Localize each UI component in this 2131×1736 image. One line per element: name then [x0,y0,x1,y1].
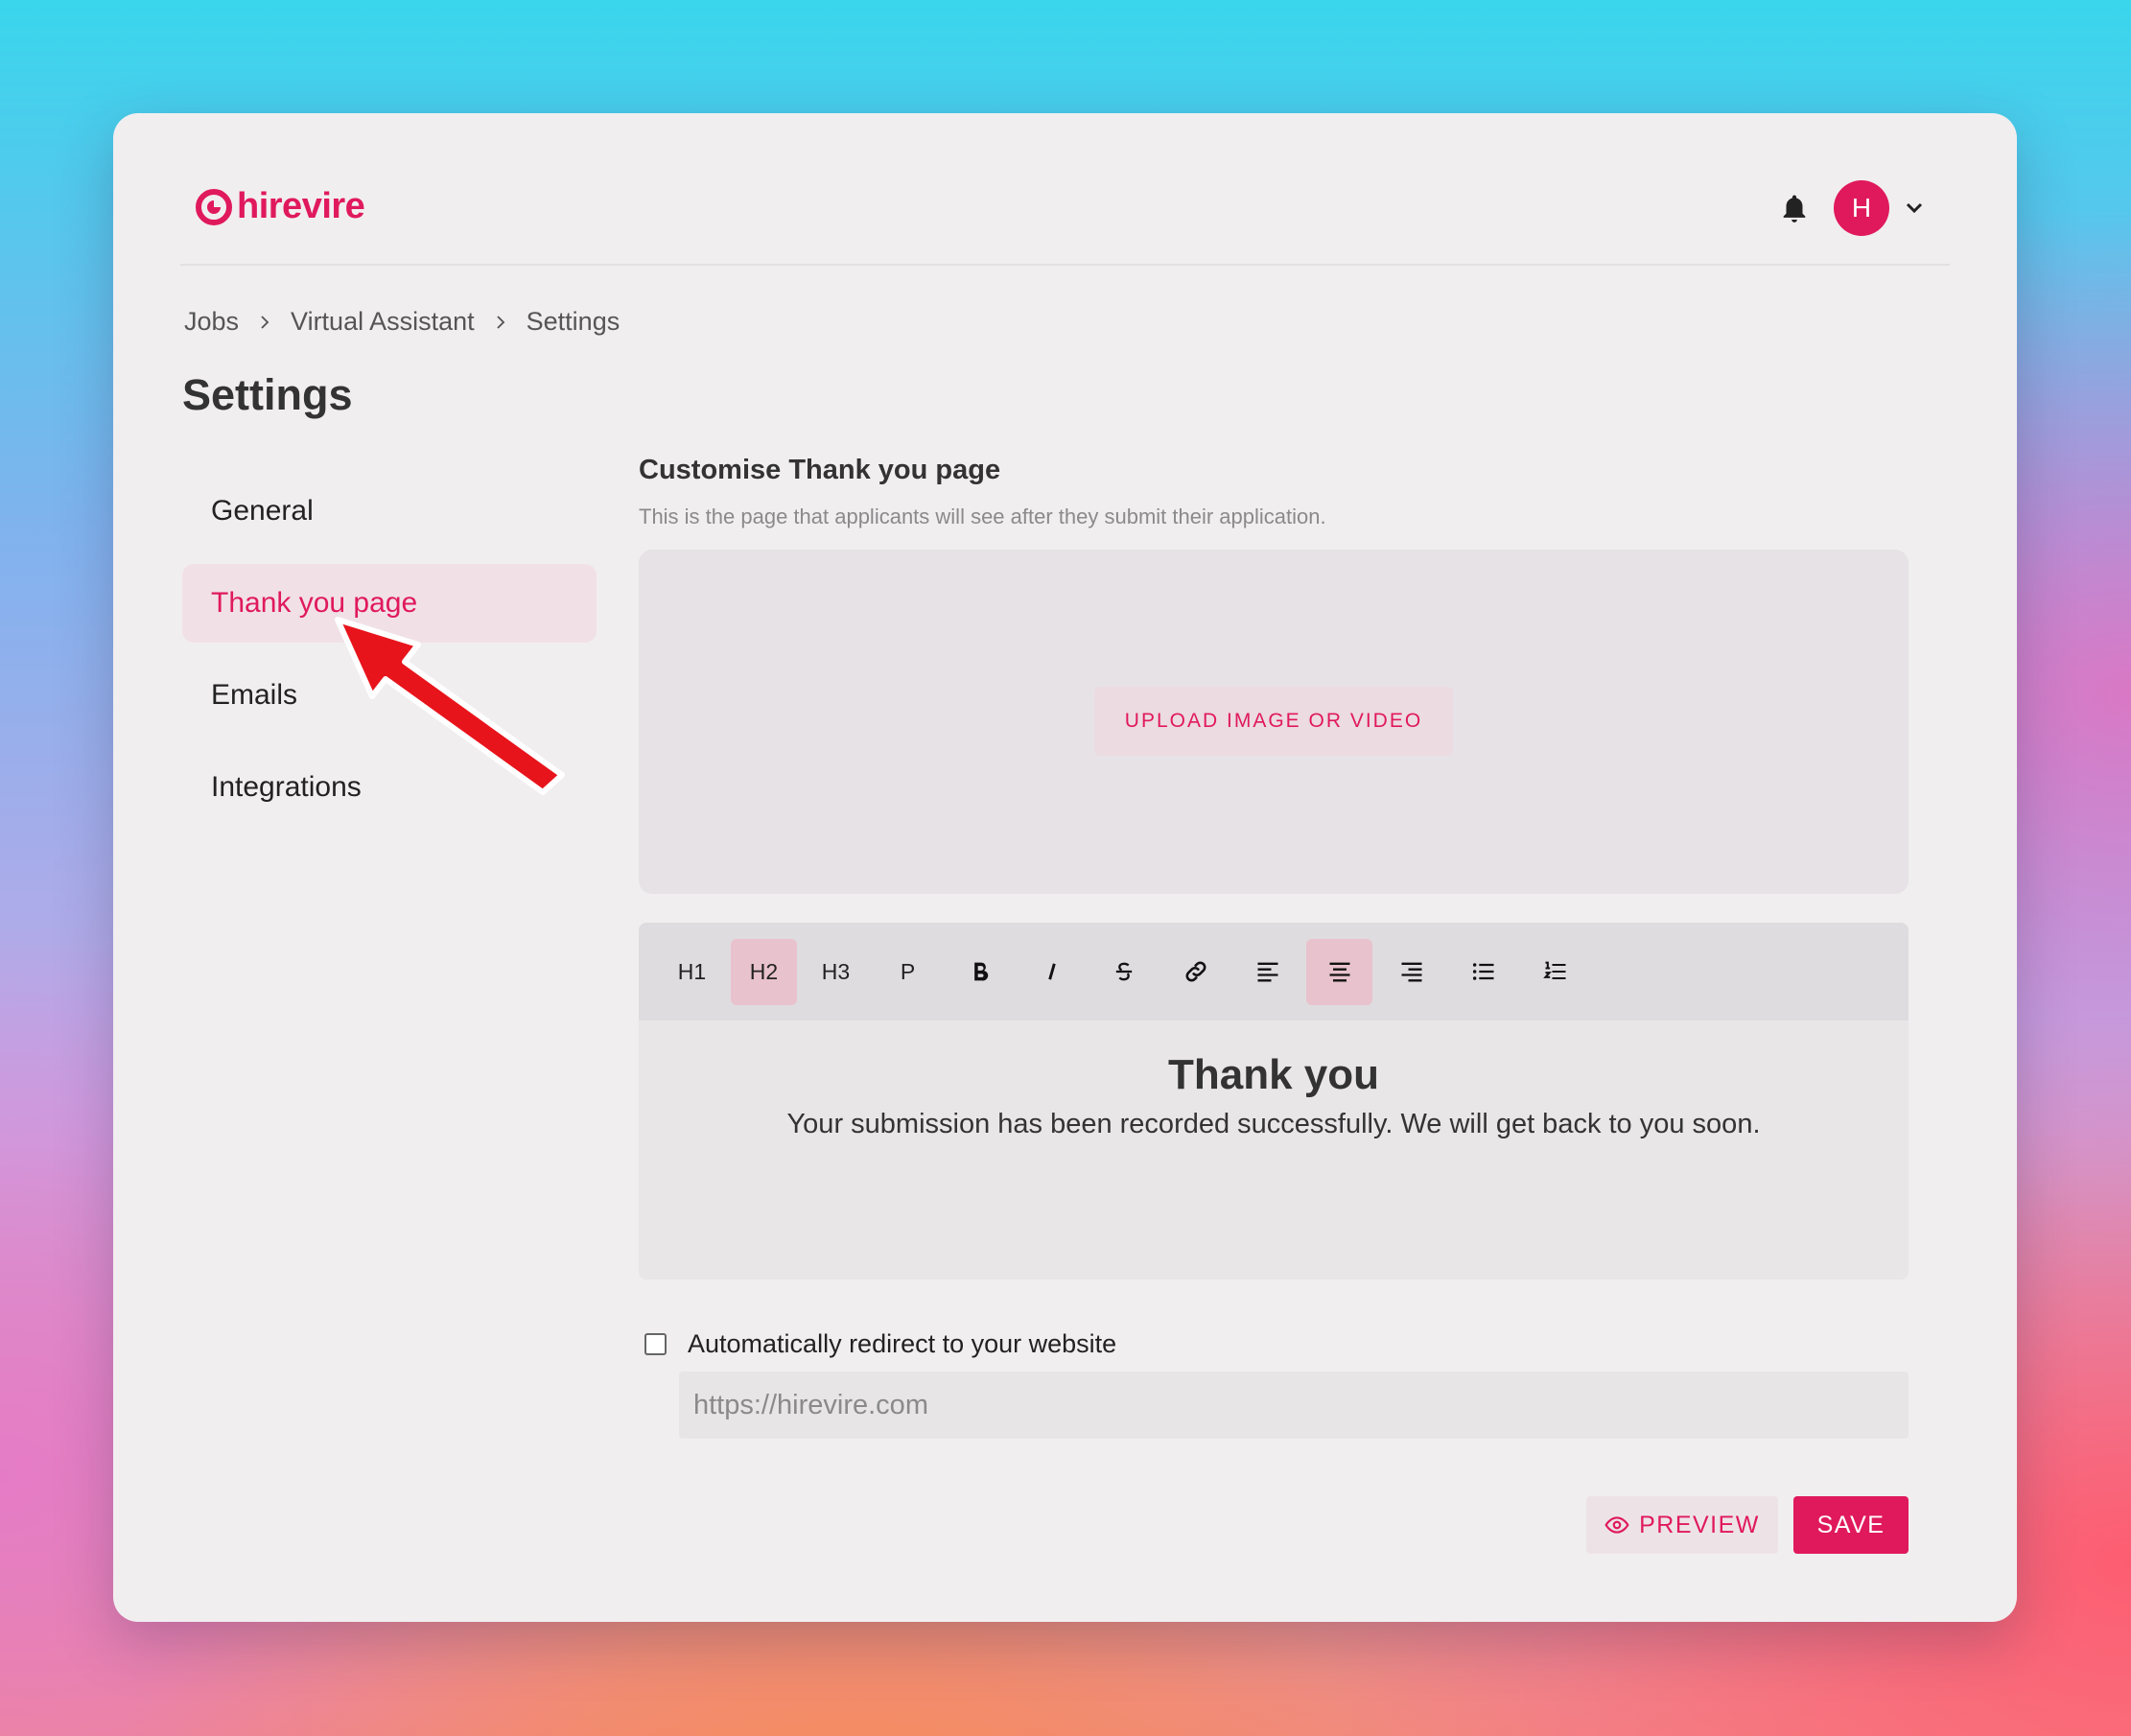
align-center-button[interactable] [1306,938,1372,1005]
section-title: Customise Thank you page [639,455,1001,485]
heading-1-button[interactable]: H1 [659,939,725,1005]
heading-3-button[interactable]: H3 [803,939,869,1005]
form-actions: PREVIEW SAVE [1586,1496,1909,1554]
editor-heading: Thank you [1167,1051,1380,1098]
hirevire-logo[interactable]: hirevire [195,186,365,227]
redirect-label: Automatically redirect to your website [688,1329,1117,1358]
chevron-right-icon [261,315,269,329]
header-divider [180,264,1950,266]
breadcrumb-settings: Settings [526,307,621,336]
breadcrumb: Jobs Virtual Assistant Settings [184,307,620,337]
align-right-icon [1401,962,1421,982]
chevron-down-icon[interactable] [1903,197,1926,220]
user-avatar[interactable]: H [1834,180,1889,236]
numbered-list-icon [1542,961,1565,980]
nav-item-general[interactable]: General [182,472,597,551]
editor-content[interactable]: Thank you Your submission has been recor… [639,1020,1909,1140]
editor-paragraph: Your submission has been recorded succes… [786,1109,1761,1139]
numbered-list-button[interactable] [1522,939,1588,1005]
strikethrough-button[interactable] [1090,939,1157,1005]
chevron-right-icon [496,315,504,329]
align-right-button[interactable] [1378,939,1444,1005]
bullet-list-button[interactable] [1450,939,1516,1005]
header-user-area: H [1778,180,1926,236]
preview-button[interactable]: PREVIEW [1586,1496,1778,1554]
align-left-icon [1257,962,1277,982]
bullet-list-icon [1472,963,1493,980]
redirect-checkbox[interactable] [644,1333,667,1355]
link-icon [1185,961,1206,982]
breadcrumb-virtual-assistant[interactable]: Virtual Assistant [291,307,475,337]
notification-bell-icon[interactable] [1778,192,1811,224]
logo-mark-icon [196,188,232,225]
bold-button[interactable] [947,939,1013,1005]
align-center-icon [1329,962,1349,982]
upload-media-button[interactable]: UPLOAD IMAGE OR VIDEO [1094,687,1453,756]
settings-window: hirevire H Jobs Virtual Assistant Settin… [113,113,2017,1622]
media-upload-area[interactable]: UPLOAD IMAGE OR VIDEO [639,550,1909,894]
link-button[interactable] [1162,939,1229,1005]
rich-text-editor: H1 H2 H3 P Thank you Your submission has… [639,923,1909,1279]
redirect-option: Automatically redirect to your website [644,1329,1116,1359]
italic-icon [1047,963,1056,980]
align-left-button[interactable] [1234,939,1300,1005]
annotation-arrow [335,617,565,795]
eye-icon [1604,1516,1629,1534]
bold-icon [973,962,988,981]
editor-toolbar: H1 H2 H3 P [639,923,1909,1020]
breadcrumb-jobs[interactable]: Jobs [184,307,239,337]
page-title: Settings [182,370,353,419]
section-description: This is the page that applicants will se… [639,504,1326,528]
paragraph-button[interactable]: P [875,939,941,1005]
preview-label: PREVIEW [1639,1511,1760,1538]
strikethrough-icon [1115,962,1132,981]
logo-text: hirevire [237,186,365,226]
italic-button[interactable] [1019,939,1085,1005]
save-button[interactable]: SAVE [1793,1496,1909,1554]
redirect-url-input[interactable] [679,1372,1909,1439]
heading-2-button[interactable]: H2 [731,938,797,1005]
